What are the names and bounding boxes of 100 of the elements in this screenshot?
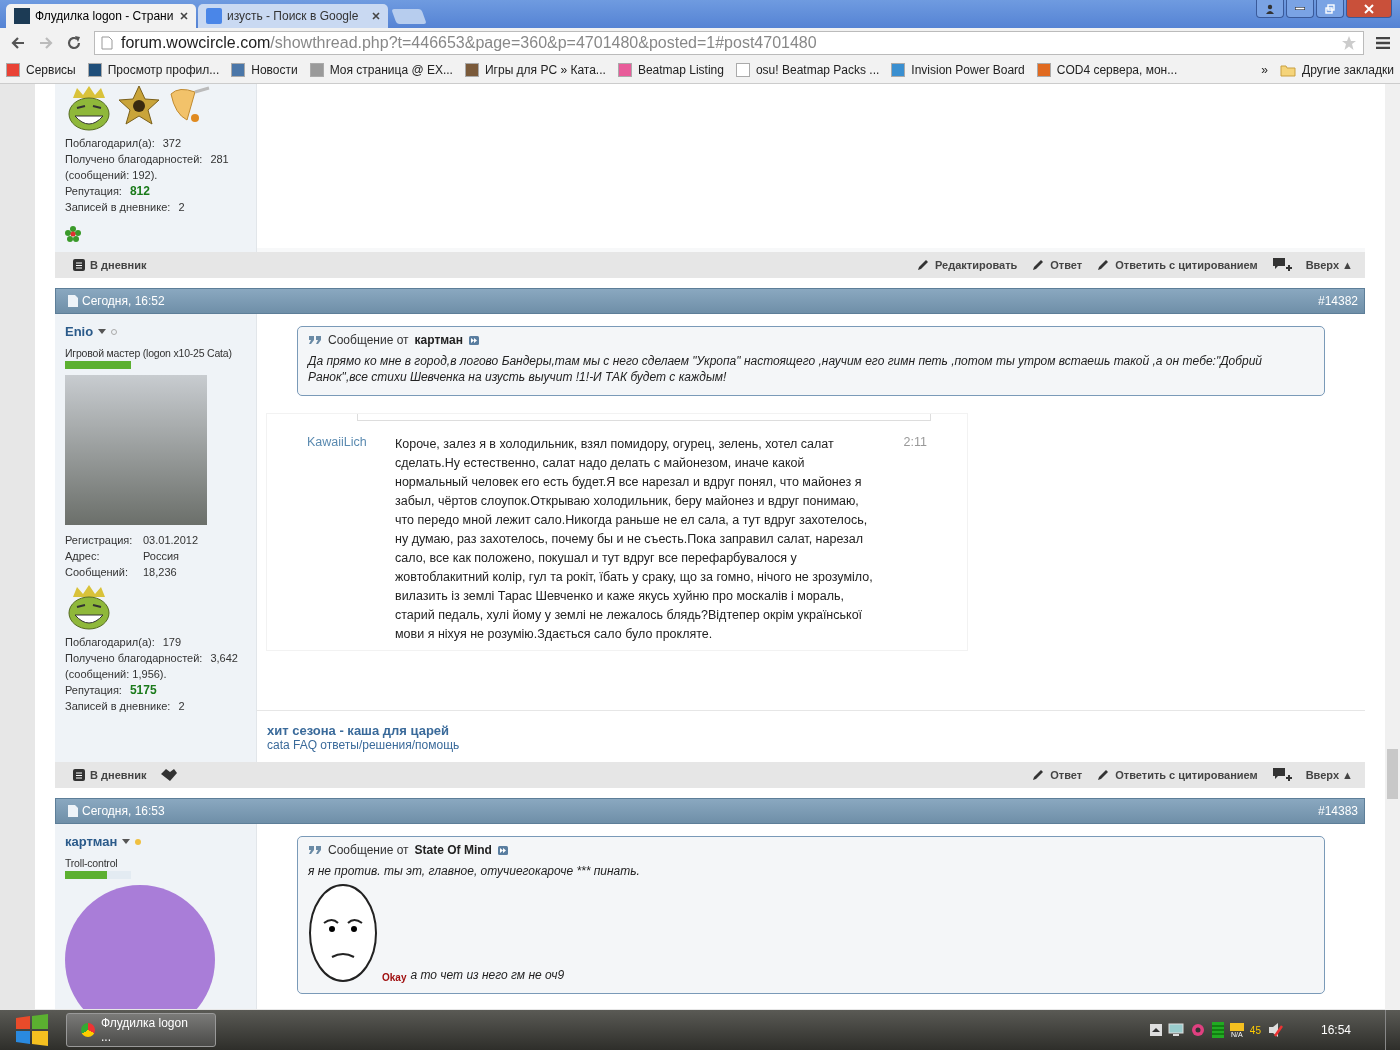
minimize-icon xyxy=(1295,7,1305,10)
post-date: Сегодня, 16:53 xyxy=(82,804,165,818)
stat-label: Записей в дневнике: xyxy=(65,200,171,214)
troll-face-icon xyxy=(65,583,113,631)
stat-value: 372 xyxy=(162,136,182,150)
image-caption: Okay xyxy=(382,972,407,983)
stat-label: Получено благодарностей: xyxy=(65,651,203,665)
tab-title: изусть - Поиск в Google xyxy=(227,9,360,23)
detail-value: Россия xyxy=(143,549,180,563)
user-button[interactable] xyxy=(1256,0,1284,18)
bookmark[interactable]: Сервисы xyxy=(6,63,76,77)
username-link[interactable]: картман xyxy=(65,834,118,849)
view-post-icon[interactable] xyxy=(497,845,508,855)
quote-author[interactable]: State Of Mind xyxy=(414,843,492,857)
browser-tab[interactable]: изусть - Поиск в Google xyxy=(198,4,388,28)
restore-button[interactable] xyxy=(1316,0,1344,18)
clock: 16:54 xyxy=(1320,1023,1351,1037)
stat-value: 281 xyxy=(210,152,229,166)
action-icon xyxy=(1096,258,1111,272)
troll-face-icon xyxy=(65,84,113,132)
stat-value: 179 xyxy=(162,635,182,649)
url-text: forum.wowcircle.com/showthread.php?t=446653&page=360&p=4701480&posted=1#post4701480 xyxy=(121,33,818,52)
diary-button[interactable]: В дневник xyxy=(73,259,147,271)
diary-button[interactable]: В дневник xyxy=(73,769,147,781)
stat-value: 2 xyxy=(178,200,185,214)
bookmark[interactable]: Просмотр профил... xyxy=(87,63,220,77)
username-link[interactable]: Enio xyxy=(65,324,94,339)
quote-prefix: Сообщение от xyxy=(328,333,409,347)
detail-value: 03.01.2012 xyxy=(143,533,199,547)
quote-author[interactable]: картман xyxy=(414,333,463,347)
bookmark[interactable]: Моя страница @ EX... xyxy=(309,63,453,77)
detail-label: Сообщений: xyxy=(65,565,129,579)
bookmark-folder[interactable]: Другие закладки xyxy=(1280,63,1394,77)
stat-label: Поблагодарил(а): xyxy=(65,136,155,150)
reload-icon[interactable] xyxy=(66,34,82,51)
stat-label: Репутация: xyxy=(65,184,122,198)
monitor-icon[interactable] xyxy=(1167,1023,1184,1037)
meter-icon[interactable] xyxy=(1211,1022,1224,1038)
post-action-button[interactable]: Ответ xyxy=(1031,768,1083,782)
post-date: Сегодня, 16:52 xyxy=(82,294,165,308)
dropdown-caret-icon[interactable] xyxy=(122,838,131,845)
post-action-button[interactable]: Редактировать xyxy=(916,258,1018,272)
signature-link[interactable]: cata FAQ ответы/решения/помощь xyxy=(267,738,1355,752)
tray-counter: 45 xyxy=(1249,1024,1261,1036)
flower-icon[interactable] xyxy=(65,226,81,242)
user-title: Игровой мастер (logon x10-25 Cata) xyxy=(65,347,233,359)
view-post-icon[interactable] xyxy=(468,335,479,345)
close-icon[interactable] xyxy=(372,12,380,20)
close-icon xyxy=(1364,3,1374,14)
quote-marks-icon xyxy=(308,845,322,855)
stat-value: 2 xyxy=(178,699,185,713)
stat-label: Получено благодарностей: xyxy=(65,152,203,166)
browser-tab[interactable]: Флудилка logon - Страни xyxy=(6,4,196,28)
detail-value: 18,236 xyxy=(143,565,177,579)
more-bookmarks-button[interactable]: » xyxy=(1261,63,1269,77)
action-icon xyxy=(1031,258,1046,272)
bookmark[interactable]: Игры для PC » Ката... xyxy=(464,63,606,77)
close-icon[interactable] xyxy=(180,12,188,20)
stat-note: (сообщений: 1,956). xyxy=(65,667,167,681)
stat-label: Репутация: xyxy=(65,683,122,697)
stat-label: Записей в дневнике: xyxy=(65,699,171,713)
quote-text: Да прямо ко мне в город,в логово Бандеры,там мы с него сделаем "Укропа" настоящего ,научим его гимн петь ,потом ты утром встаешь такой ,а он тебе:"Добрий Ранок",все стихи Шевченка на изусть выучит !1!-И ТАК будет с каждым! xyxy=(308,353,1264,385)
bookmark[interactable]: COD4 сервера, мон... xyxy=(1036,63,1178,77)
minimize-button[interactable] xyxy=(1286,0,1314,18)
menu-icon[interactable] xyxy=(1376,36,1390,49)
chat-username: KawaiiLich xyxy=(307,435,365,451)
chat-message: Короче, залез я в холодильник, взял помидору, огурец, зелень, хотел салат сделать.Ну естественно, салат надо делать с майонезом, иначе какой нормальный человек его есть будет.Я все нарезал и вдруг понял, что майонез я забыл, чёртов слоупок.Открываю холодильник, беру майонез и вдруг понимаю, что передо мной лежит сало.Никогда раньше не ел сала, а тут вдруг захотелось, ну думаю, раз захотелось, почему бы и не съесть.Пока заправил салат, нарезал сало, все как положено, покушал и тут вдруг все перефарбувалося у жовтоблакитний колір, гул та рокіт, їбать у сраку, що за гомно, нічого не зрозуміло, вилазить із землі Тарас Шевченко и каже якусь хуйню про москалів і мораль, старий педаль, хулі йому у землі не лежалось блядь?Відтепер окрім української мови я ніхуя не розумію.Здається сало було прокляте. xyxy=(395,436,874,643)
scrollbar[interactable] xyxy=(1385,84,1400,1010)
back-icon[interactable] xyxy=(10,34,26,51)
dropdown-caret-icon[interactable] xyxy=(98,328,107,335)
bookmark[interactable]: Новости xyxy=(231,63,298,77)
bookmark[interactable]: osu! Beatmap Packs ... xyxy=(735,63,880,77)
site-icon xyxy=(14,8,30,24)
action-icon xyxy=(916,258,931,272)
list-icon xyxy=(73,259,85,271)
multiquote-icon[interactable] xyxy=(1271,767,1292,783)
page-icon xyxy=(101,35,113,50)
restore-icon xyxy=(1325,3,1335,14)
bookmark[interactable]: Beatmap Listing xyxy=(617,63,724,77)
back-to-top-link[interactable]: Вверх ▲ xyxy=(1305,769,1353,781)
taskbar-window-button[interactable]: Флудилка logon ... xyxy=(66,1013,216,1047)
post-action-button[interactable]: Ответ xyxy=(1031,258,1083,272)
back-to-top-link[interactable]: Вверх ▲ xyxy=(1305,259,1353,271)
user-title: Troll-control xyxy=(65,857,119,869)
multiquote-icon[interactable] xyxy=(1271,257,1292,273)
quote-prefix: Сообщение от xyxy=(328,843,409,857)
document-icon xyxy=(68,805,78,817)
post-action-button[interactable]: Ответить с цитированием xyxy=(1096,768,1258,782)
stat-value: 3,642 xyxy=(210,651,238,665)
tab-title: Флудилка logon - Страни xyxy=(35,9,175,23)
address-bar[interactable]: forum.wowcircle.com/showthread.php?t=446653&page=360&p=4701480&posted=1#post4701480 xyxy=(94,30,1364,55)
close-button[interactable] xyxy=(1346,0,1392,18)
bookmark[interactable]: Invision Power Board xyxy=(891,63,1025,77)
site-icon xyxy=(206,8,222,24)
stat-value: 812 xyxy=(129,184,150,198)
signature-link[interactable]: хит сезона - каша для царей xyxy=(267,723,1355,738)
stat-note: (сообщений: 192). xyxy=(65,168,158,182)
post-action-button[interactable]: Ответить с цитированием xyxy=(1096,258,1258,272)
star-icon[interactable] xyxy=(1341,34,1357,51)
speaker-icon[interactable] xyxy=(1266,1022,1283,1038)
